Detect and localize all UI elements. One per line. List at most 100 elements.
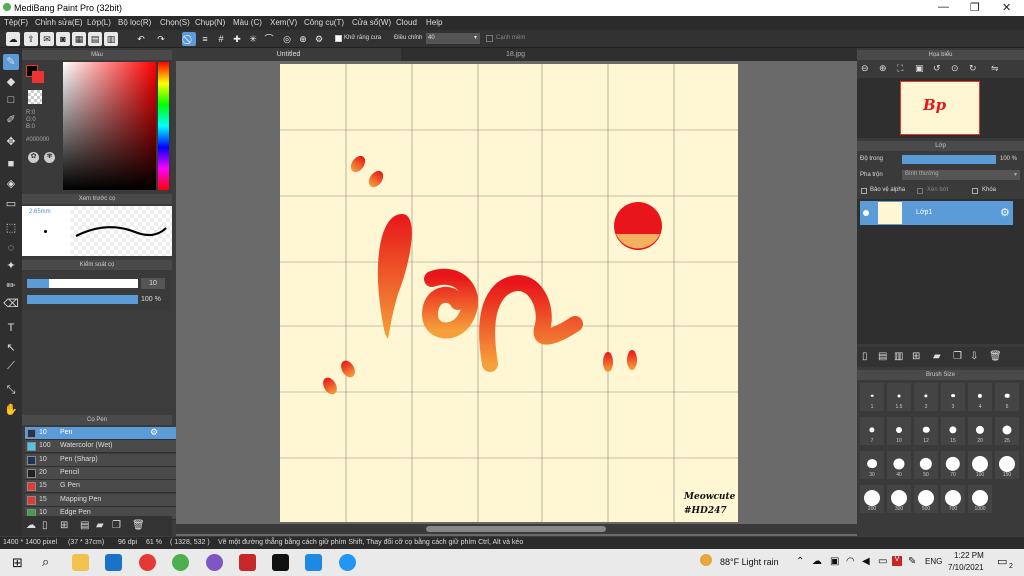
notification-icon[interactable]: ▭ — [997, 555, 1007, 568]
chrome-icon[interactable] — [139, 554, 156, 571]
wifi-icon[interactable]: ◠ — [846, 556, 855, 567]
eyedropper-icon[interactable]: ⤡ — [3, 382, 19, 398]
brush-size-cell[interactable]: 300 — [887, 485, 911, 513]
flip-icon[interactable]: ⇋ — [991, 63, 1003, 75]
chevron-up-icon[interactable]: ⌃ — [796, 556, 804, 567]
brush-size-cell[interactable]: 200 — [860, 485, 884, 513]
merge-layer-icon[interactable]: ⇩ — [970, 351, 978, 362]
horizontal-scrollbar[interactable] — [176, 524, 857, 534]
cross-snap-icon[interactable]: ✚ — [230, 32, 244, 46]
bucket-tool-icon[interactable]: ◈ — [3, 176, 19, 192]
menu-select[interactable]: Chọn(S) — [160, 18, 190, 27]
secondary-color-swatch[interactable] — [32, 71, 44, 83]
brush-list-item[interactable]: 10 Pen ⚙ — [25, 427, 180, 440]
trash-icon[interactable]: 🗑 — [132, 520, 145, 531]
brush-list-item[interactable]: 10 Pen (Sharp) — [25, 453, 180, 467]
palette-icon[interactable]: ✿ — [28, 152, 39, 163]
search-icon[interactable]: ⌕ — [42, 554, 49, 570]
folder-icon[interactable]: ▰ — [96, 520, 104, 531]
divide-tool-icon[interactable]: ⟋ — [3, 358, 19, 374]
brush-size-cell[interactable]: 7 — [860, 417, 884, 445]
gradient-tool-icon[interactable]: ▭ — [3, 196, 19, 212]
menu-tools[interactable]: Công cụ(T) — [304, 18, 344, 27]
brush-size-cell[interactable]: 10 — [887, 417, 911, 445]
hue-slider[interactable] — [158, 62, 169, 190]
skype-icon[interactable] — [305, 554, 322, 571]
redo-icon[interactable]: ↷ — [154, 32, 168, 46]
hand-tool-icon[interactable]: ✋ — [3, 402, 19, 418]
new-layer-icon[interactable]: ▯ — [862, 351, 868, 362]
navigator-preview[interactable]: Bp — [857, 78, 1024, 138]
minimize-icon[interactable]: — — [938, 1, 949, 13]
pen-tray-icon[interactable]: ✎ — [908, 556, 916, 567]
language-indicator[interactable]: ENG — [925, 557, 942, 566]
battery-icon[interactable]: ▭ — [878, 556, 887, 567]
zoom-in-icon[interactable]: ⊕ — [879, 63, 891, 75]
layer-opacity-slider[interactable] — [902, 155, 996, 164]
brush-size-cell[interactable]: 1 — [860, 383, 884, 411]
menu-cloud[interactable]: Cloud — [396, 18, 417, 27]
paint-app-icon[interactable] — [206, 554, 223, 571]
drawing-canvas[interactable]: Meowcute #HD247 — [280, 64, 738, 522]
weather-text[interactable]: 88°F Light rain — [720, 557, 779, 567]
transparent-swatch[interactable] — [28, 90, 42, 104]
actual-size-icon[interactable]: ▣ — [915, 63, 927, 75]
lock-checkbox[interactable] — [972, 188, 978, 194]
tiktok-icon[interactable] — [272, 554, 289, 571]
vpn-icon[interactable]: V — [892, 556, 902, 566]
scrollbar-thumb[interactable] — [426, 526, 606, 532]
add-brush-icon[interactable]: ⊞ — [60, 520, 68, 531]
tab-18-jpg[interactable]: 18.jpg — [403, 48, 628, 61]
circle-snap-icon[interactable]: ◎ — [280, 32, 294, 46]
clock-time[interactable]: 1:22 PM — [954, 551, 984, 560]
brush-list-item[interactable]: 20 Pencil — [25, 466, 180, 480]
reset-rotate-icon[interactable]: ⊙ — [951, 63, 963, 75]
chat-icon[interactable]: ◙ — [56, 32, 70, 46]
brush-size-cell[interactable]: 40 — [887, 451, 911, 479]
menu-edit[interactable]: Chỉnh sửa(E) — [35, 18, 83, 27]
protect-alpha-checkbox[interactable] — [861, 188, 867, 194]
grid-icon[interactable]: ▦ — [72, 32, 86, 46]
windows-start-icon[interactable]: ⊞ — [12, 555, 23, 571]
add-layer-menu-icon[interactable]: ⊞ — [912, 351, 920, 362]
book-icon[interactable]: ▥ — [104, 32, 118, 46]
settings-snap-icon[interactable]: ⚙ — [312, 32, 326, 46]
brush-size-cell[interactable]: 1000 — [968, 485, 992, 513]
fit-icon[interactable]: ⛶ — [897, 63, 909, 75]
brush-size-cell[interactable]: 4 — [968, 383, 992, 411]
curve-snap-icon[interactable]: ⌒ — [262, 32, 276, 46]
close-icon[interactable]: ✕ — [1002, 1, 1011, 14]
shape-tool-icon[interactable]: □ — [3, 92, 19, 108]
eraser-tool-icon[interactable]: ◆ — [3, 74, 19, 90]
store-icon[interactable] — [105, 554, 122, 571]
menu-filter[interactable]: Bộ lọc(R) — [118, 18, 151, 27]
menu-view[interactable]: Xem(V) — [270, 18, 297, 27]
shop-icon[interactable] — [239, 554, 256, 571]
cloud-brush-icon[interactable]: ☁ — [26, 520, 36, 531]
clipping-checkbox[interactable] — [917, 188, 923, 194]
menu-help[interactable]: Help — [426, 18, 442, 27]
grid-snap-icon[interactable]: # — [214, 32, 228, 46]
clock-date[interactable]: 7/10/2021 — [948, 563, 984, 572]
parallel-snap-icon[interactable]: ≡ — [198, 32, 212, 46]
new-1bit-layer-icon[interactable]: ▥ — [894, 351, 903, 362]
select-tool-icon[interactable]: ⬚ — [3, 220, 19, 236]
brush-size-cell[interactable]: 15 — [941, 417, 965, 445]
operation-tool-icon[interactable]: ↖ — [3, 340, 19, 356]
select-eraser-icon[interactable]: ⌫ — [3, 296, 19, 312]
new-brush-icon[interactable]: ▯ — [42, 520, 48, 531]
brush-size-cell[interactable]: 150 — [995, 451, 1019, 479]
brush-size-cell[interactable]: 5 — [995, 383, 1019, 411]
medibang-taskbar-icon[interactable] — [172, 554, 189, 571]
blend-dropdown[interactable]: Bình thường ▾ — [902, 170, 1020, 180]
brush-list-item[interactable]: 15 G Pen — [25, 480, 180, 494]
speaker-icon[interactable]: ◀ — [862, 556, 870, 567]
film-icon[interactable]: ▤ — [88, 32, 102, 46]
snap-off-icon[interactable]: ⃠ — [182, 32, 196, 46]
delete-layer-icon[interactable]: 🗑 — [989, 351, 1002, 362]
text-tool-icon[interactable]: T — [3, 320, 19, 336]
perspective-icon[interactable]: ⊕ — [296, 32, 310, 46]
layer-row-lop1[interactable]: Lớp1 ⚙ — [860, 201, 1013, 225]
brush-size-cell[interactable]: 100 — [968, 451, 992, 479]
zalo-icon[interactable] — [339, 554, 356, 571]
